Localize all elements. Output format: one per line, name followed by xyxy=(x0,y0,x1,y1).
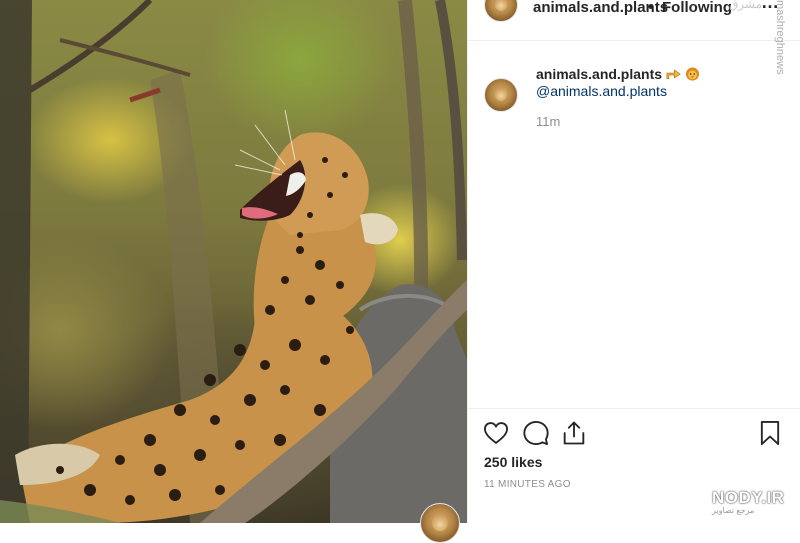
avatar[interactable] xyxy=(484,0,518,22)
pointing-hand-icon xyxy=(666,69,681,80)
likes-count[interactable]: 250 likes xyxy=(484,454,542,470)
caption-avatar[interactable] xyxy=(484,78,518,112)
share-icon[interactable] xyxy=(560,419,588,447)
bookmark-icon[interactable] xyxy=(756,419,784,447)
following-button[interactable]: Following xyxy=(662,0,732,16)
nody-watermark: NODY.IR xyxy=(712,488,785,507)
lion-face-icon xyxy=(685,67,700,81)
leopard-image xyxy=(0,0,467,523)
caption-username-line: animals.and.plants xyxy=(536,66,700,82)
nody-watermark-sub: مرجع تصاویر xyxy=(712,506,755,515)
next-post-avatar[interactable] xyxy=(420,503,460,543)
caption-username[interactable]: animals.and.plants xyxy=(536,66,662,82)
caption-time[interactable]: 11m xyxy=(536,114,560,129)
watermark-top: مشرق xyxy=(729,0,763,11)
heart-icon[interactable] xyxy=(482,419,510,447)
post-timestamp: 11 MINUTES AGO xyxy=(484,479,571,490)
post-photo[interactable] xyxy=(0,0,467,523)
post-side-panel: animals.and.plants • Following … animals… xyxy=(467,0,800,523)
caption-mention-link[interactable]: @animals.and.plants xyxy=(536,83,667,99)
watermark-side: mashreghnews xyxy=(774,0,786,75)
header-separator: • xyxy=(648,0,654,16)
comment-icon[interactable] xyxy=(522,419,550,447)
